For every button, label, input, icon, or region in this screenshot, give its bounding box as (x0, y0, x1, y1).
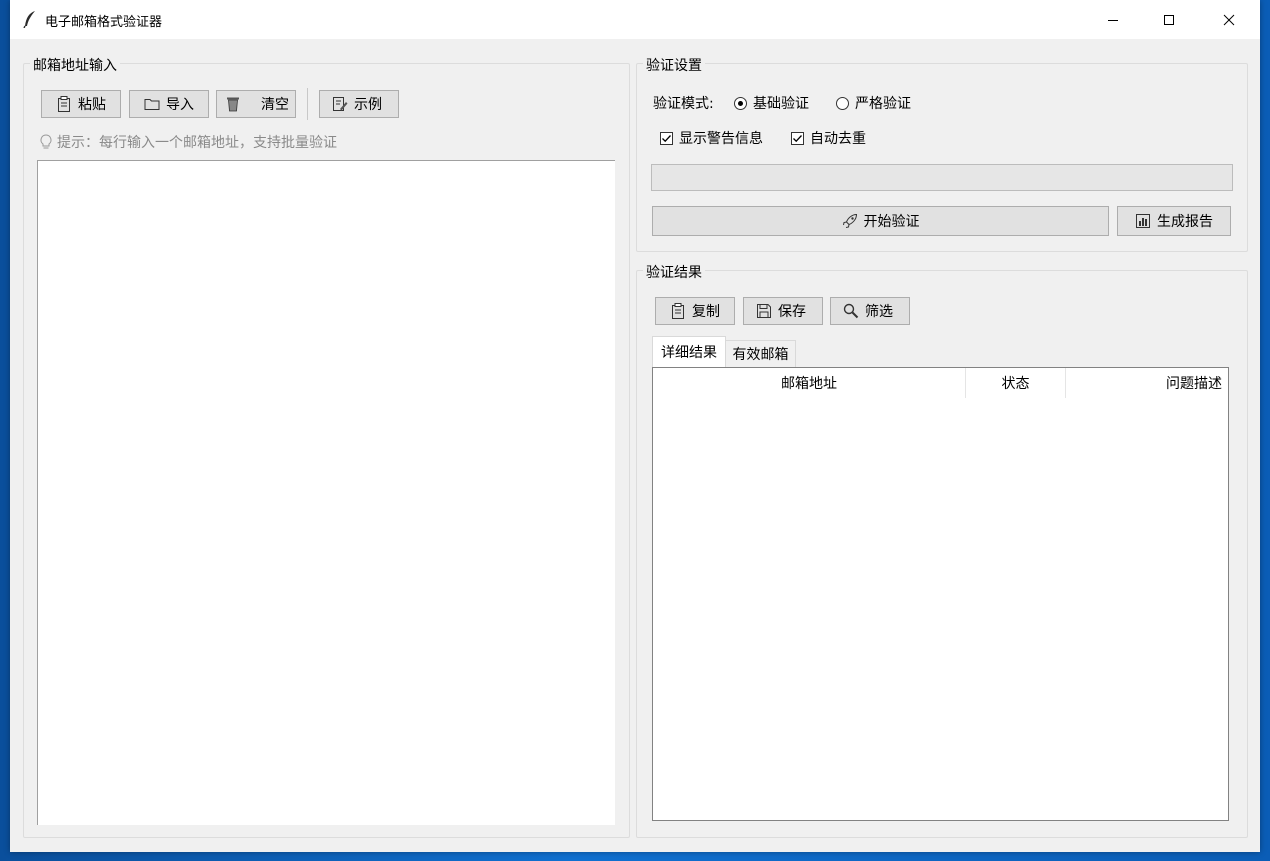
paste-button-label: 粘贴 (78, 97, 106, 113)
save-results-button[interactable]: 保存 (743, 297, 823, 325)
results-table[interactable]: 邮箱地址 状态 问题描述 (652, 367, 1229, 821)
mode-basic-label: 基础验证 (753, 96, 809, 112)
edit-document-icon (332, 96, 348, 112)
radio-unselected-icon (836, 96, 849, 110)
column-header-status[interactable]: 状态 (966, 368, 1066, 398)
column-header-description-label: 问题描述 (1166, 376, 1222, 392)
tab-detailed-results[interactable]: 详细结果 (652, 336, 726, 367)
tab-valid-emails[interactable]: 有效邮箱 (726, 340, 796, 367)
rocket-icon (842, 213, 858, 229)
title-bar: 电子邮箱格式验证器 (10, 0, 1260, 39)
clipboard-icon (670, 303, 686, 319)
column-header-description[interactable]: 问题描述 (1066, 368, 1228, 398)
import-button[interactable]: 导入 (129, 90, 209, 118)
close-button[interactable] (1206, 0, 1252, 39)
checkmark-icon (791, 131, 804, 145)
lightbulb-icon (39, 134, 53, 150)
paste-button[interactable]: 粘贴 (41, 90, 121, 118)
generate-report-label: 生成报告 (1157, 214, 1213, 230)
clear-button[interactable]: 清空 (216, 90, 296, 118)
column-header-status-label: 状态 (1001, 376, 1030, 392)
minimize-icon (1107, 14, 1119, 26)
validation-progress-bar (651, 164, 1233, 191)
column-header-email-label: 邮箱地址 (781, 376, 837, 392)
maximize-button[interactable] (1146, 0, 1192, 39)
example-button-label: 示例 (354, 97, 382, 113)
input-hint-text: 提示：每行输入一个邮箱地址，支持批量验证 (57, 135, 337, 151)
app-window: 电子邮箱格式验证器 邮箱地址输入 粘贴 导入 清空 示例 提示：每行输入一个邮箱… (10, 0, 1260, 852)
close-icon (1223, 14, 1235, 26)
copy-results-button[interactable]: 复制 (655, 297, 735, 325)
show-warnings-checkbox[interactable]: 显示警告信息 (660, 128, 763, 148)
search-icon (843, 303, 859, 319)
filter-results-button[interactable]: 筛选 (830, 297, 910, 325)
trash-icon (225, 96, 241, 112)
mode-strict-radio[interactable]: 严格验证 (836, 93, 911, 113)
email-input-textarea[interactable] (37, 160, 615, 825)
bar-chart-icon (1135, 213, 1151, 229)
toolbar-separator (307, 88, 308, 120)
copy-results-label: 复制 (692, 304, 720, 320)
mode-basic-radio[interactable]: 基础验证 (734, 93, 809, 113)
mode-strict-label: 严格验证 (855, 96, 911, 112)
tab-detailed-results-label: 详细结果 (661, 345, 717, 361)
feather-icon (22, 10, 38, 29)
floppy-disk-icon (756, 303, 772, 319)
mode-label: 验证模式: (653, 96, 714, 112)
tab-valid-emails-label: 有效邮箱 (732, 347, 789, 363)
show-warnings-label: 显示警告信息 (679, 131, 763, 147)
import-button-label: 导入 (166, 97, 194, 113)
filter-results-label: 筛选 (865, 304, 893, 320)
column-header-email[interactable]: 邮箱地址 (653, 368, 966, 398)
minimize-button[interactable] (1090, 0, 1136, 39)
example-button[interactable]: 示例 (319, 90, 399, 118)
window-title: 电子邮箱格式验证器 (45, 15, 163, 30)
start-validation-button[interactable]: 开始验证 (652, 206, 1109, 236)
clear-button-label: 清空 (261, 97, 289, 113)
radio-selected-icon (734, 96, 747, 110)
input-group-legend: 邮箱地址输入 (30, 55, 120, 75)
start-validation-label: 开始验证 (863, 214, 920, 230)
settings-group-legend: 验证设置 (643, 55, 705, 75)
maximize-icon (1163, 14, 1175, 26)
checkmark-icon (660, 131, 673, 145)
generate-report-button[interactable]: 生成报告 (1117, 206, 1231, 236)
auto-dedupe-checkbox[interactable]: 自动去重 (791, 128, 866, 148)
clipboard-icon (56, 96, 72, 112)
save-results-label: 保存 (778, 304, 806, 320)
folder-icon (144, 96, 160, 112)
input-hint: 提示：每行输入一个邮箱地址，支持批量验证 (39, 132, 337, 152)
auto-dedupe-label: 自动去重 (810, 131, 866, 147)
results-group-legend: 验证结果 (643, 262, 705, 282)
